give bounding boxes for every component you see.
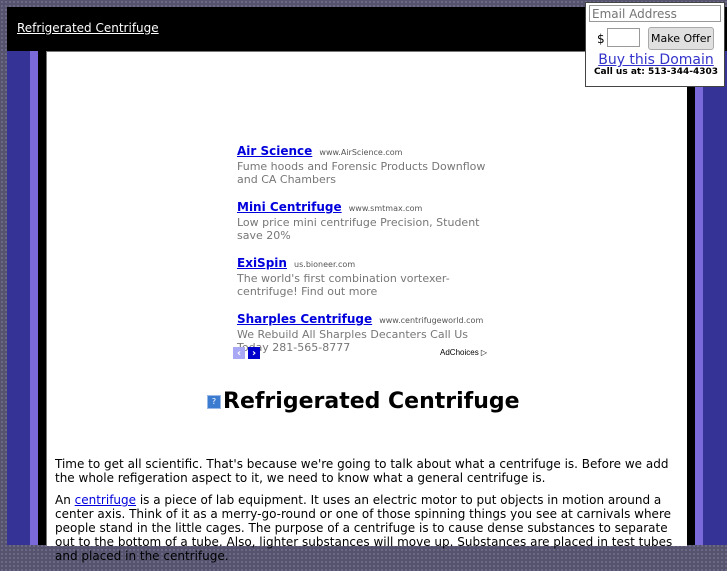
ad-description: Fume hoods and Forensic Products Downflo…: [237, 160, 486, 186]
page-title: Refrigerated Centrifuge: [223, 389, 520, 414]
ad-title-link[interactable]: Mini Centrifuge: [237, 200, 342, 214]
ad-description: The world's first combination vortexer-c…: [237, 272, 450, 298]
ad-next-button[interactable]: ›: [248, 347, 260, 359]
left-border-light: [30, 51, 38, 545]
right-border-black: [687, 51, 695, 545]
centrifuge-link[interactable]: centrifuge: [75, 493, 136, 507]
site-title-link[interactable]: Refrigerated Centrifuge: [17, 21, 159, 35]
chevron-right-icon: ›: [251, 347, 257, 359]
ad-title-link[interactable]: ExiSpin: [237, 256, 287, 270]
ad-item: Mini Centrifuge www.smtmax.com Low price…: [237, 196, 497, 242]
page-heading: ? Refrigerated Centrifuge: [207, 389, 520, 414]
right-border-dark: [703, 51, 727, 545]
ad-url: www.AirScience.com: [319, 148, 403, 157]
call-us-text: Call us at: 513-344-4303: [593, 67, 719, 77]
ad-title-link[interactable]: Sharples Centrifuge: [237, 312, 372, 326]
ad-url: www.smtmax.com: [348, 204, 423, 213]
main-content: Air Science www.AirScience.com Fume hood…: [46, 51, 687, 563]
paragraph-text: An: [55, 493, 75, 507]
article-paragraph: An centrifuge is a piece of lab equipmen…: [55, 493, 683, 563]
email-field[interactable]: [589, 5, 721, 22]
ad-title-link[interactable]: Air Science: [237, 144, 312, 158]
left-border-dark: [7, 51, 30, 545]
ad-description: Low price mini centrifuge Precision, Stu…: [237, 216, 480, 242]
buy-domain-link[interactable]: Buy this Domain: [586, 52, 726, 68]
paragraph-text: is a piece of lab equipment. It uses an …: [55, 493, 673, 563]
ad-url: www.centrifugeworld.com: [379, 316, 484, 325]
right-border-light: [695, 51, 703, 545]
ad-prev-button[interactable]: ‹: [233, 347, 245, 359]
ad-navigation: ‹ ›: [233, 347, 260, 359]
left-border-black: [38, 51, 46, 545]
domain-offer-box: $ Make Offer Buy this Domain Call us at:…: [585, 2, 725, 87]
offer-amount-input[interactable]: [607, 28, 640, 47]
make-offer-button[interactable]: Make Offer: [648, 27, 714, 50]
ad-url: us.bioneer.com: [294, 260, 356, 269]
adchoices-link[interactable]: AdChoices ▷: [440, 348, 487, 357]
ad-item: ExiSpin us.bioneer.com The world's first…: [237, 252, 497, 298]
article-paragraph: Time to get all scientific. That's becau…: [55, 457, 669, 485]
ad-item: Air Science www.AirScience.com Fume hood…: [237, 140, 497, 186]
ad-block: Air Science www.AirScience.com Fume hood…: [237, 140, 497, 364]
broken-image-icon: ?: [207, 394, 221, 409]
chevron-left-icon: ‹: [236, 347, 242, 359]
currency-symbol: $: [597, 32, 605, 46]
article-body: Time to get all scientific. That's becau…: [55, 457, 683, 571]
